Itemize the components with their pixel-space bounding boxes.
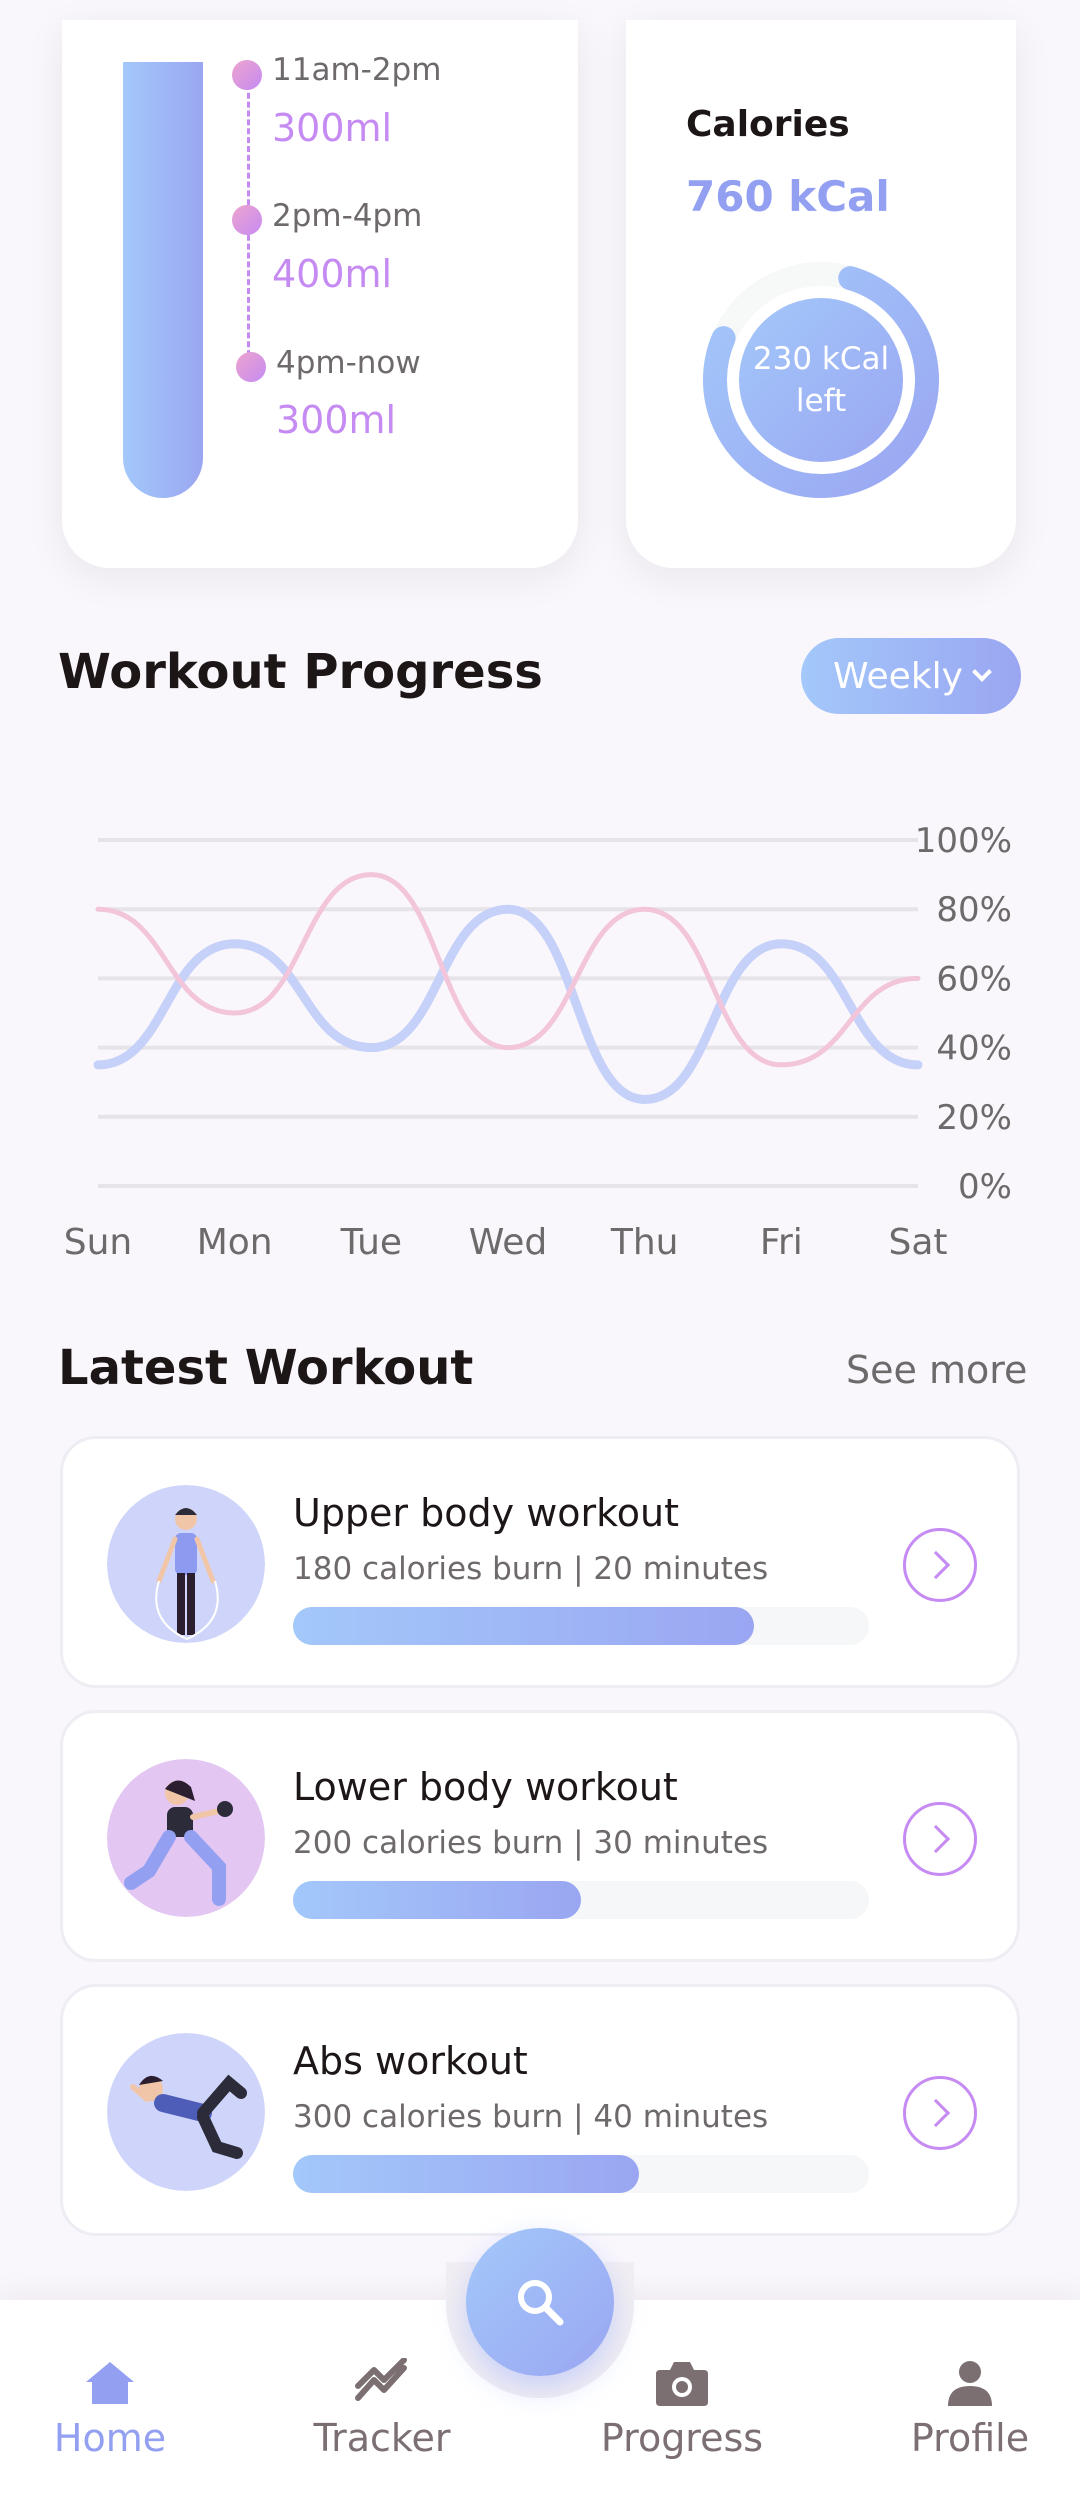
chart-series-line	[95, 872, 921, 1068]
calories-value: 760 kCal	[686, 172, 890, 221]
workout-name: Upper body workout	[293, 1491, 680, 1535]
latest-workout-title: Latest Workout	[58, 1340, 474, 1396]
open-workout-button[interactable]	[903, 1528, 977, 1602]
abs-illustration	[107, 2033, 265, 2191]
workout-progress-fill	[293, 1881, 581, 1919]
chart-y-tick-label: 0%	[958, 1167, 1012, 1207]
chart-x-tick-label: Fri	[760, 1222, 803, 1263]
chart-x-tick-label: Mon	[197, 1222, 273, 1263]
workout-card-abs[interactable]: Abs workout 300 calories burn | 40 minut…	[60, 1984, 1020, 2236]
user-icon	[948, 2361, 992, 2406]
workout-card-lower-body[interactable]: Lower body workout 200 calories burn | 3…	[60, 1710, 1020, 1962]
water-slot-amount: 400ml	[272, 252, 393, 296]
camera-icon	[656, 2362, 708, 2406]
calories-remaining-amount: 230 kCal	[752, 341, 890, 377]
chevron-right-icon	[921, 2098, 951, 2128]
chart-y-tick-label: 80%	[936, 890, 1012, 930]
workout-meta: 200 calories burn | 30 minutes	[293, 1825, 769, 1861]
timeline-dot	[232, 205, 262, 235]
nav-profile-label: Profile	[910, 2416, 1030, 2460]
workout-progress-fill	[293, 1607, 754, 1645]
chevron-right-icon	[921, 1824, 951, 1854]
search-button[interactable]	[466, 2228, 614, 2376]
water-slot-amount: 300ml	[272, 106, 393, 150]
chart-x-tick-label: Sat	[888, 1222, 947, 1263]
workout-meta: 300 calories burn | 40 minutes	[293, 2099, 769, 2135]
lower-body-illustration	[107, 1759, 265, 1917]
timeline-dot	[232, 60, 262, 90]
chart-series-line	[93, 904, 923, 1105]
see-more-link[interactable]: See more	[846, 1348, 1027, 1392]
activity-chart-icon	[355, 2358, 407, 2401]
calories-title: Calories	[686, 104, 850, 145]
nav-tracker-label: Tracker	[313, 2416, 451, 2460]
chevron-right-icon	[921, 1550, 951, 1580]
workout-progress-bar	[293, 2155, 869, 2193]
open-workout-button[interactable]	[903, 1802, 977, 1876]
open-workout-button[interactable]	[903, 2076, 977, 2150]
nav-home-label: Home	[53, 2416, 167, 2460]
nav-tracker[interactable]: Tracker	[272, 2358, 492, 2460]
water-slot-time: 11am-2pm	[272, 52, 442, 88]
workout-progress-bar	[293, 1607, 869, 1645]
calories-remaining: 230 kCal left	[731, 338, 911, 422]
chart-y-tick-label: 60%	[936, 959, 1012, 999]
timeline-dot	[236, 352, 266, 382]
period-dropdown[interactable]: Weekly	[801, 638, 1021, 714]
chart-x-tick-label: Thu	[610, 1222, 679, 1263]
nav-home[interactable]: Home	[0, 2358, 220, 2460]
workout-progress-bar	[293, 1881, 869, 1919]
upper-body-illustration	[107, 1485, 265, 1643]
water-slot-time: 2pm-4pm	[272, 198, 423, 234]
water-slot-amount: 300ml	[276, 398, 397, 442]
chart-y-tick-label: 40%	[936, 1029, 1012, 1069]
search-icon	[518, 2280, 564, 2326]
workout-meta: 180 calories burn | 20 minutes	[293, 1551, 769, 1587]
nav-progress[interactable]: Progress	[572, 2358, 792, 2460]
water-level-bar	[123, 62, 203, 498]
nav-progress-label: Progress	[600, 2416, 764, 2460]
workout-name: Lower body workout	[293, 1765, 678, 1809]
chart-y-tick-label: 20%	[936, 1098, 1012, 1138]
calories-remaining-suffix: left	[795, 383, 847, 419]
period-dropdown-label: Weekly	[833, 655, 963, 697]
workout-name: Abs workout	[293, 2039, 528, 2083]
chart-x-tick-label: Tue	[340, 1222, 403, 1263]
workout-card-upper-body[interactable]: Upper body workout 180 calories burn | 2…	[60, 1436, 1020, 1688]
chevron-down-icon	[972, 662, 992, 682]
chart-x-tick-label: Wed	[469, 1222, 548, 1263]
nav-profile[interactable]: Profile	[860, 2358, 1080, 2460]
chart-y-tick-label: 100%	[915, 821, 1012, 861]
workout-progress-title: Workout Progress	[58, 644, 543, 700]
workout-progress-fill	[293, 2155, 639, 2193]
chart-x-tick-label: Sun	[64, 1222, 132, 1263]
water-slot-time: 4pm-now	[276, 345, 421, 381]
home-icon	[86, 2362, 134, 2404]
workout-progress-chart: 0% 20% 40% 60% 80% 100% Sun Mon Tue Wed Thu Fri Sat	[64, 821, 1012, 1263]
